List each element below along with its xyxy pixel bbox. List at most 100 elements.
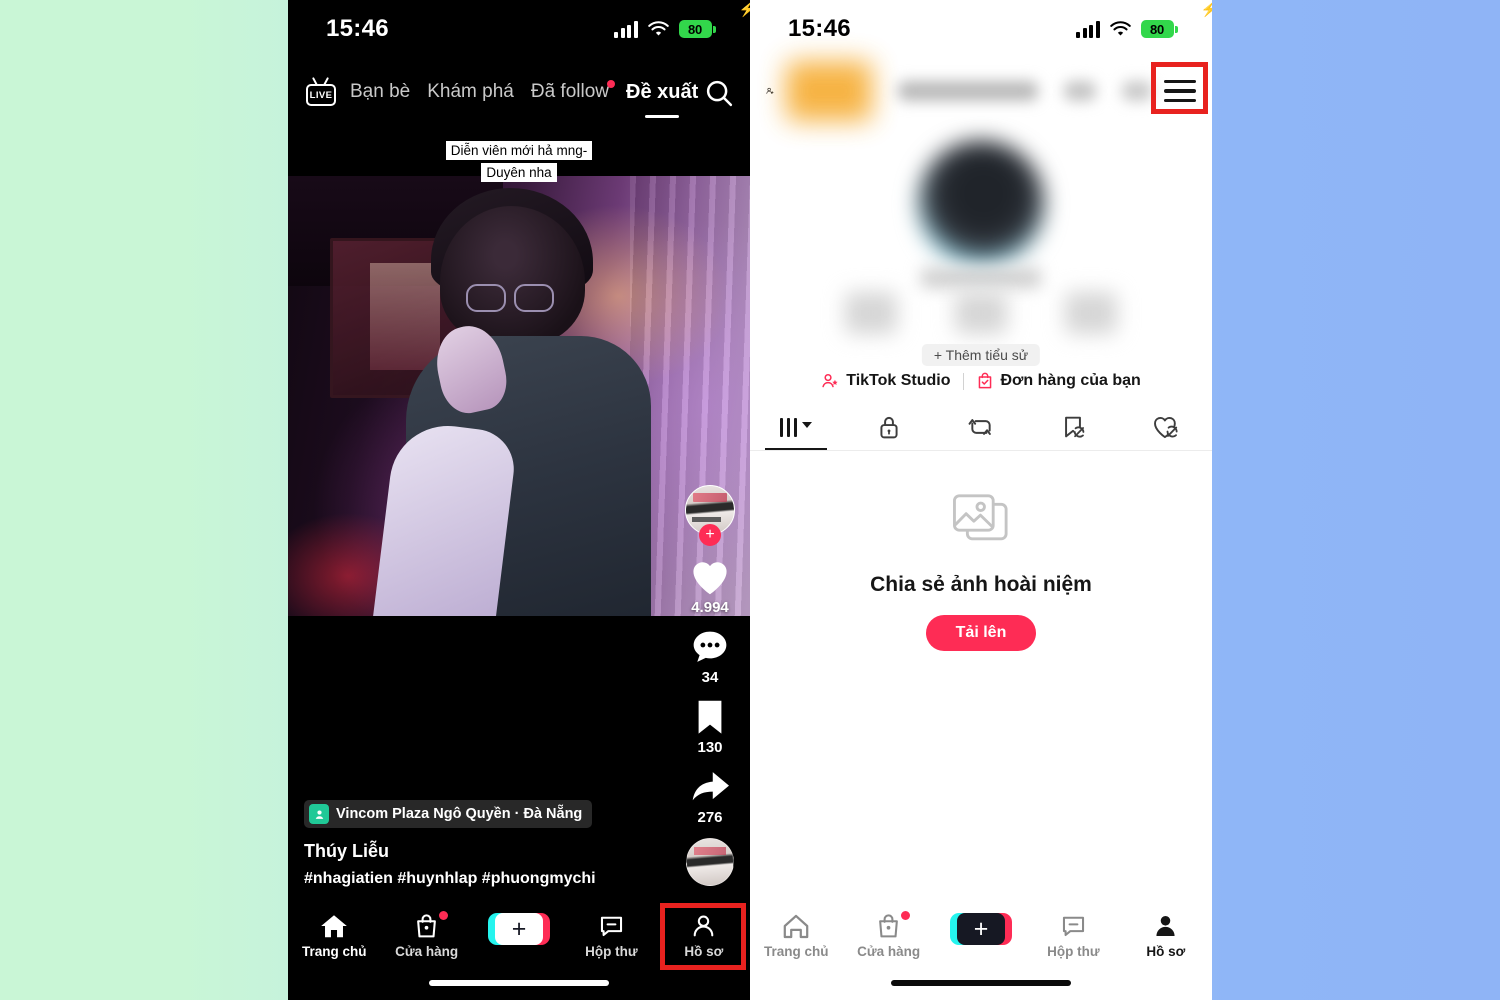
- nav-trang-chu-label: Trang chủ: [301, 944, 367, 959]
- home-indicator: [891, 980, 1071, 986]
- profile-person-icon: [1156, 916, 1175, 936]
- status-time: 15:46: [788, 15, 851, 42]
- status-indicators: 80 ⚡: [1076, 1, 1212, 38]
- charging-bolt-icon: ⚡: [738, 1, 750, 17]
- share-button[interactable]: 276: [689, 768, 731, 826]
- nav-cua-hang[interactable]: Cửa hàng: [842, 911, 934, 959]
- like-button[interactable]: 4.994: [689, 558, 731, 616]
- bookmark-count: 130: [697, 739, 723, 756]
- music-disc-icon[interactable]: [686, 838, 734, 886]
- nav-hop-thu[interactable]: Hộp thư: [1027, 913, 1119, 959]
- repost-icon: [968, 419, 991, 435]
- video-caption-sticker: Diễn viên mới hả mng-Duyên nha: [429, 140, 609, 184]
- right-phone-profile-screen: 15:46 80 ⚡ + Thêm tiểu sử TikTok Studio …: [750, 0, 1212, 1000]
- highlight-box-hamburger-menu: [1151, 62, 1208, 114]
- stat-followers[interactable]: [955, 292, 1007, 334]
- nav-trang-chu[interactable]: Trang chủ: [288, 913, 380, 959]
- video-hashtags[interactable]: #nhagiatien #huynhlap #phuongmychi: [304, 870, 634, 888]
- create-plus-icon[interactable]: +: [488, 913, 551, 945]
- feed-top-nav: LIVE Bạn bè Khám phá Đã follow Đề xuất: [288, 66, 750, 120]
- nav-hop-thu-label: Hộp thư: [1047, 944, 1100, 959]
- upload-button[interactable]: Tải lên: [925, 615, 1037, 651]
- nav-create[interactable]: +: [473, 913, 565, 945]
- cellular-signal-icon: [1076, 21, 1100, 38]
- location-text: Vincom Plaza Ngô Quyền · Đà Nẵng: [336, 806, 583, 822]
- video-author-name[interactable]: Thúy Liễu: [304, 841, 634, 862]
- battery-icon: 80 ⚡: [1140, 1, 1212, 38]
- nav-ho-so-label: Hồ sơ: [1146, 944, 1186, 959]
- stat-following[interactable]: [845, 292, 897, 334]
- studio-person-star-icon: [822, 373, 838, 388]
- inbox-icon: [1062, 916, 1084, 937]
- like-count: 4.994: [691, 599, 729, 616]
- charging-bolt-icon: ⚡: [1200, 1, 1212, 17]
- video-meta: Vincom Plaza Ngô Quyền · Đà Nẵng Thúy Li…: [304, 800, 634, 888]
- nav-hop-thu[interactable]: Hộp thư: [565, 913, 657, 959]
- shop-bag-icon: [879, 914, 898, 938]
- tiktok-studio-link[interactable]: TikTok Studio: [821, 372, 951, 390]
- inbox-icon: [600, 916, 622, 937]
- nav-trang-chu[interactable]: Trang chủ: [750, 913, 842, 959]
- follow-plus-icon[interactable]: +: [699, 524, 721, 546]
- profile-stats-blurred: [750, 292, 1212, 338]
- live-label: LIVE: [309, 89, 333, 101]
- chevron-down-icon: [802, 422, 813, 428]
- feed-tab-list: Bạn bè Khám phá Đã follow Đề xuất: [350, 80, 698, 106]
- tab-saved[interactable]: [1027, 404, 1119, 450]
- video-caption-text: Diễn viên mới hả mng-Duyên nha: [445, 141, 593, 182]
- tab-da-follow[interactable]: Đã follow: [531, 80, 616, 105]
- tab-ban-be[interactable]: Bạn bè: [350, 81, 410, 105]
- comment-button[interactable]: 34: [690, 628, 730, 686]
- orders-bag-check-icon: [978, 372, 991, 389]
- your-orders-link[interactable]: Đơn hàng của bạn: [976, 372, 1141, 390]
- bookmark-icon[interactable]: [693, 698, 727, 736]
- nav-trang-chu-label: Trang chủ: [763, 944, 829, 959]
- create-plus-icon[interactable]: +: [950, 913, 1013, 945]
- live-icon[interactable]: LIVE: [304, 78, 338, 108]
- home-icon: [783, 914, 809, 939]
- grid-videos-icon: [779, 417, 798, 437]
- photo-stack-icon: [953, 494, 1008, 541]
- location-chip[interactable]: Vincom Plaza Ngô Quyền · Đà Nẵng: [304, 800, 593, 828]
- stat-likes[interactable]: [1065, 292, 1117, 334]
- tab-private[interactable]: [842, 404, 934, 450]
- nav-hop-thu-label: Hộp thư: [585, 944, 638, 959]
- heart-icon[interactable]: [689, 558, 731, 596]
- profile-header: [750, 60, 1212, 122]
- battery-percent: 80: [687, 21, 703, 37]
- left-phone-feed-screen: 15:46 80 ⚡ LIVE Bạn bè Khám phá Đã follo…: [288, 0, 750, 1000]
- tab-videos-grid[interactable]: [750, 404, 842, 450]
- battery-percent: 80: [1149, 21, 1165, 37]
- liked-hidden-icon: [1153, 416, 1178, 439]
- author-avatar-follow[interactable]: +: [685, 485, 735, 546]
- share-arrow-icon[interactable]: [689, 768, 731, 806]
- nav-create[interactable]: +: [935, 913, 1027, 945]
- status-time: 15:46: [326, 15, 389, 42]
- add-person-icon[interactable]: [766, 76, 774, 106]
- lock-private-icon: [880, 416, 898, 439]
- wifi-icon: [647, 20, 669, 36]
- video-action-rail: + 4.994 34 130 276: [680, 485, 740, 898]
- tab-kham-pha[interactable]: Khám phá: [427, 81, 514, 105]
- nav-cua-hang[interactable]: Cửa hàng: [380, 911, 472, 959]
- screenshot-stage: 15:46 80 ⚡ LIVE Bạn bè Khám phá Đã follo…: [0, 0, 1500, 1000]
- nav-cua-hang-label: Cửa hàng: [395, 944, 459, 959]
- tab-de-xuat[interactable]: Đề xuất: [626, 81, 698, 106]
- links-divider: [962, 372, 964, 390]
- your-orders-label: Đơn hàng của bạn: [1000, 372, 1141, 389]
- profile-username-blurred[interactable]: [786, 61, 1152, 121]
- tab-reposts[interactable]: [935, 404, 1027, 450]
- search-icon[interactable]: [704, 78, 734, 108]
- profile-avatar-blurred[interactable]: [917, 140, 1045, 268]
- add-bio-button[interactable]: + Thêm tiểu sử: [921, 344, 1041, 366]
- comment-icon[interactable]: [690, 628, 730, 666]
- bookmark-button[interactable]: 130: [693, 698, 727, 756]
- profile-quick-links: TikTok Studio Đơn hàng của bạn: [750, 372, 1212, 390]
- right-status-bar: 15:46 80 ⚡: [750, 0, 1212, 58]
- nav-ho-so[interactable]: Hồ sơ: [1120, 913, 1212, 959]
- home-indicator: [429, 980, 609, 986]
- tab-badge-dot: [607, 80, 616, 88]
- music-disc-button[interactable]: [686, 838, 734, 886]
- tab-liked[interactable]: [1120, 404, 1212, 450]
- share-count: 276: [697, 809, 723, 826]
